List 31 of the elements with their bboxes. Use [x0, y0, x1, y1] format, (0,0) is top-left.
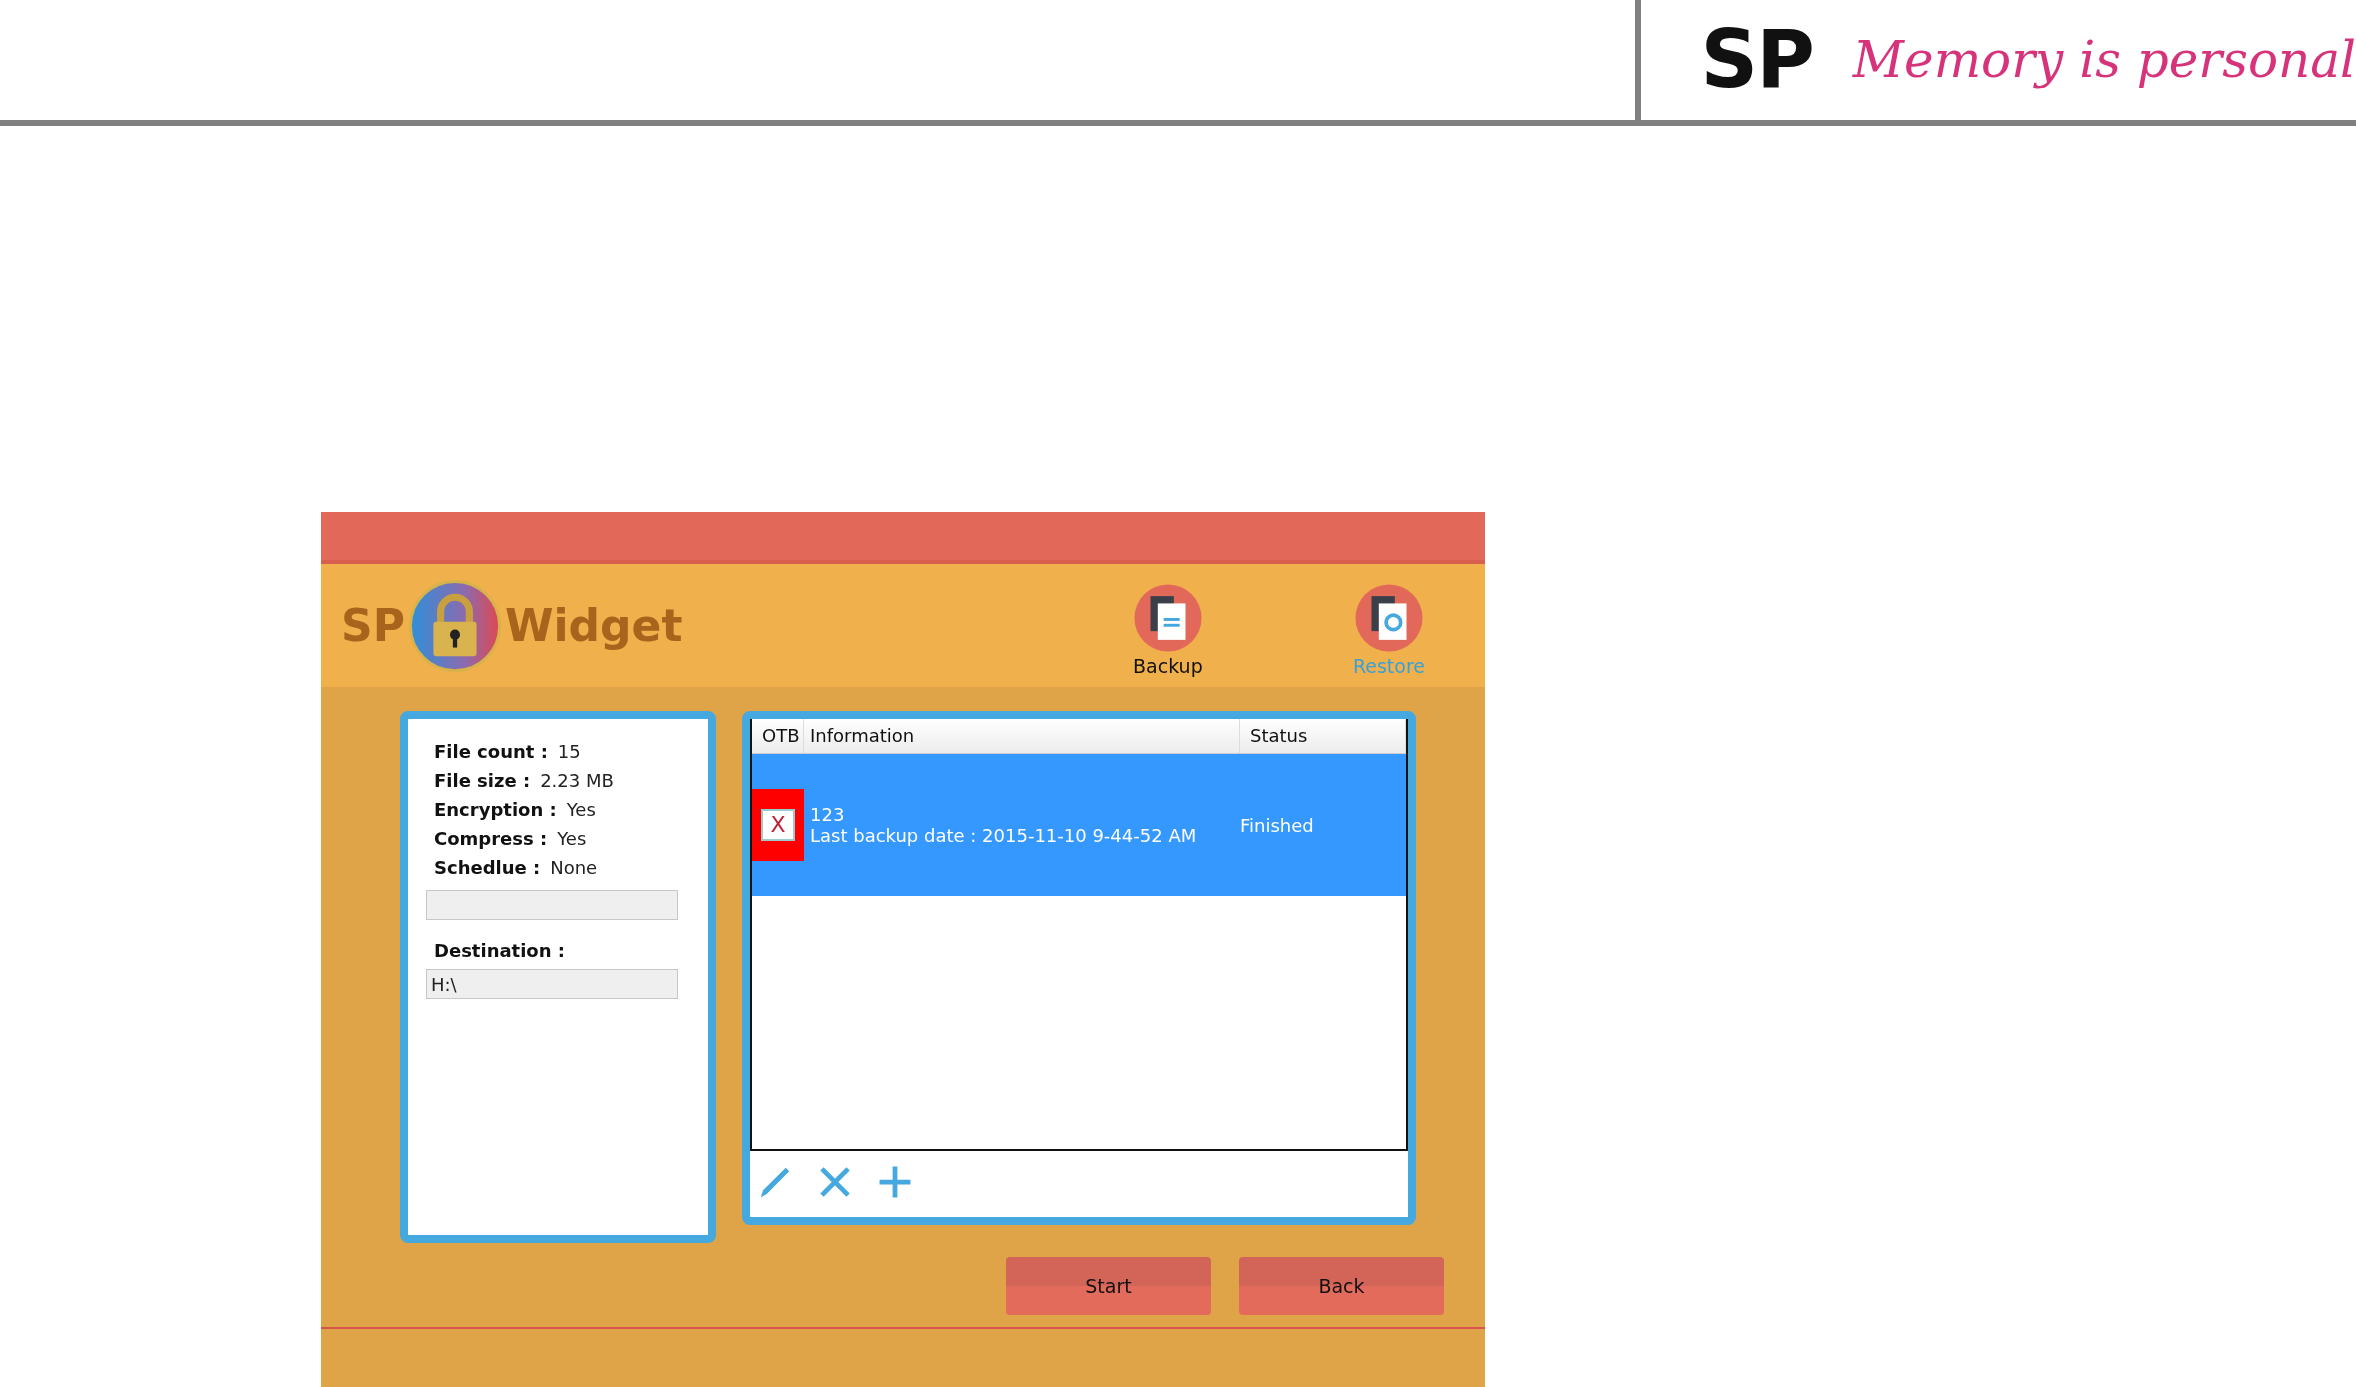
column-header[interactable]: OTB [752, 719, 804, 753]
brand-logo: SP [1700, 20, 1813, 100]
destination-field[interactable]: H:\ [426, 969, 678, 999]
field-label: Compress : [434, 828, 548, 849]
field-label: Schedlue : [434, 857, 541, 878]
restore-icon[interactable] [1353, 582, 1424, 653]
field-value: Yes [557, 828, 587, 849]
toolbar-label[interactable]: Backup [1133, 654, 1203, 677]
action-button[interactable]: Back [1239, 1257, 1444, 1315]
task-status: Finished [1240, 814, 1314, 836]
document-icon[interactable] [1132, 582, 1203, 653]
action-button[interactable]: Start [1006, 1257, 1211, 1315]
slogan: Memory is personal [1852, 31, 2356, 89]
field-value: Yes [566, 799, 596, 820]
schedule-field[interactable] [426, 890, 678, 920]
field-label: File count : [434, 741, 548, 762]
field-value: 15 [557, 741, 581, 762]
column-header[interactable]: Status [1240, 719, 1406, 753]
field-value: None [550, 857, 598, 878]
column-header[interactable]: Information [804, 719, 1240, 753]
padlock-icon [408, 579, 501, 672]
task-name: 123 [810, 804, 846, 825]
task-info: Last backup date : 2015-11-10 9-44-52 AM [810, 825, 1198, 846]
logo-text: Widget [504, 600, 683, 651]
field-value: 2.23 MB [540, 770, 614, 791]
field-label: Encryption : [434, 799, 557, 820]
field-label: File size : [434, 770, 531, 791]
destination-label: Destination : [433, 940, 567, 961]
x-mark[interactable]: X [761, 809, 795, 841]
logo-text: SP [341, 600, 405, 651]
table-row[interactable]: X 123 Last backup date : 2015-11-10 9-44-52 AM Finished [752, 754, 1406, 896]
